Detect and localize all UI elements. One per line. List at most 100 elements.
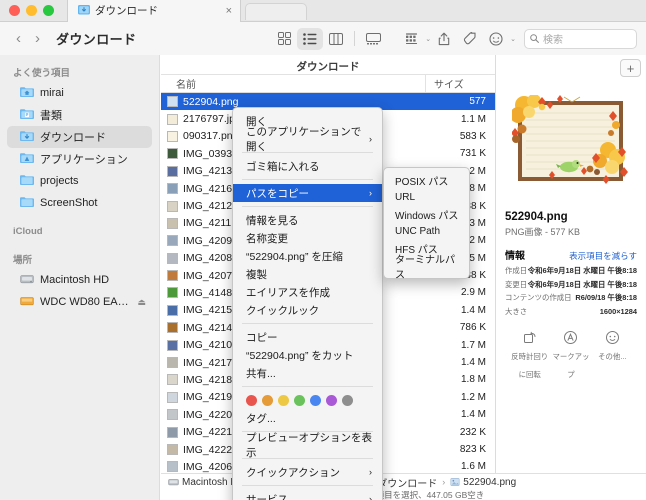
sidebar-section-icloud: iCloud <box>0 220 159 240</box>
more-action[interactable]: その他... <box>592 329 633 382</box>
markup-action[interactable]: マークアップ <box>550 329 591 382</box>
sidebar-item-macintosh-hd[interactable]: Macintosh HD <box>7 269 152 291</box>
tag-color-dot[interactable] <box>342 395 353 406</box>
view-list-button[interactable] <box>297 27 324 50</box>
file-thumbnail-icon <box>167 200 178 212</box>
tag-color-dot[interactable] <box>262 395 273 406</box>
sidebar-item-mirai[interactable]: mirai <box>7 82 152 104</box>
sidebar-item-label: Macintosh HD <box>40 274 110 286</box>
finder-window: ダウンロード × ‹ › ダウンロード ⌄ ⌄ 検索 よく使う項目 mirai … <box>0 0 646 500</box>
new-tab-placeholder[interactable] <box>245 3 307 20</box>
submenu-item[interactable]: ターミナルパス <box>384 255 469 281</box>
group-by-button[interactable] <box>398 28 424 50</box>
file-thumbnail-icon <box>167 391 178 403</box>
sidebar-item-documents[interactable]: 書類 <box>7 104 152 126</box>
toolbar-right-group: ⌄ ⌄ 検索 <box>271 27 646 50</box>
menu-item[interactable]: ゴミ箱に入れる <box>233 157 382 175</box>
file-thumbnail-icon <box>167 130 178 142</box>
zoom-window-button[interactable] <box>43 5 54 16</box>
rotate-ccw-icon <box>509 329 550 346</box>
menu-item[interactable]: 共有... <box>233 364 382 382</box>
tab-close-icon[interactable]: × <box>226 5 232 17</box>
sidebar-item-downloads[interactable]: ダウンロード <box>7 126 152 148</box>
menu-item[interactable]: “522904.png” を圧縮 <box>233 247 382 265</box>
column-header-name[interactable]: 名前 <box>161 76 425 91</box>
menu-item[interactable]: エイリアスを作成 <box>233 283 382 301</box>
share-button[interactable] <box>431 28 457 50</box>
folder-downloads-icon <box>20 130 34 145</box>
tag-color-dot[interactable] <box>278 395 289 406</box>
column-header-size[interactable]: サイズ <box>425 75 495 92</box>
menu-item[interactable]: パスをコピー › <box>233 184 382 202</box>
file-size: 1.7 M <box>460 339 486 351</box>
breadcrumb-segment[interactable]: 522904.png <box>450 477 516 488</box>
info-row: コンテンツの作成日 R6/09/18 午後8:18 <box>505 293 637 303</box>
submenu-item[interactable]: POSIX パス <box>384 172 469 189</box>
menu-item[interactable]: プレビューオプションを表示 <box>233 432 382 459</box>
info-row: 作成日 令和6年9月18日 水曜日 午後8:18 <box>505 266 637 276</box>
submenu-item[interactable]: URL <box>384 189 469 206</box>
sidebar-item-external-drive[interactable]: WDC WD80 EAZZ-00… ⏏ <box>7 291 152 313</box>
menu-item[interactable]: コピー <box>233 328 382 346</box>
external-drive-icon <box>20 295 34 310</box>
tag-color-dot[interactable] <box>294 395 305 406</box>
submenu-item[interactable]: UNC Path <box>384 223 469 240</box>
info-value: 1600×1284 <box>599 306 637 316</box>
menu-item[interactable]: 情報を見る <box>233 211 382 229</box>
menu-item[interactable]: タグ... <box>233 409 382 427</box>
file-thumbnail-icon <box>167 235 178 247</box>
forward-button[interactable]: › <box>35 31 40 46</box>
sidebar-header-favorites: よく使う項目 <box>13 68 71 79</box>
show-less-link[interactable]: 表示項目を減らす <box>569 250 637 262</box>
menu-item[interactable]: クイックルック <box>233 301 382 319</box>
chevron-right-icon: › <box>369 188 372 198</box>
view-gallery-button[interactable] <box>360 28 386 50</box>
view-icon-button[interactable] <box>271 28 297 50</box>
submenu-item-label: ターミナルパス <box>395 254 455 281</box>
submenu-item-label: UNC Path <box>395 226 441 237</box>
tag-button[interactable] <box>457 28 483 50</box>
chevron-down-icon-2[interactable]: ⌄ <box>510 35 516 43</box>
menu-item-label: このアプリケーションで開く <box>246 126 362 153</box>
search-input[interactable]: 検索 <box>524 28 637 49</box>
back-button[interactable]: ‹ <box>16 31 21 46</box>
view-column-button[interactable] <box>323 28 349 50</box>
tag-color-row <box>233 391 382 409</box>
breadcrumb-separator: › <box>442 477 446 487</box>
tag-color-dot[interactable] <box>310 395 321 406</box>
close-window-button[interactable] <box>9 5 20 16</box>
preview-actions: 反時計回り に回転 マークアップ その他... <box>505 329 637 382</box>
menu-separator <box>242 386 373 387</box>
tag-color-dot[interactable] <box>246 395 257 406</box>
file-size: 731 K <box>459 148 486 160</box>
window-controls <box>0 5 54 16</box>
info-section-header: 情報 表示項目を減らす <box>505 247 637 262</box>
folder-icon <box>20 196 34 211</box>
folder-documents-icon <box>20 108 34 123</box>
tab-downloads[interactable]: ダウンロード × <box>67 0 241 22</box>
menu-item[interactable]: 名称変更 <box>233 229 382 247</box>
menu-separator <box>242 485 373 486</box>
rotate-ccw-action[interactable]: 反時計回り に回転 <box>509 329 550 382</box>
file-size: 583 K <box>459 130 486 142</box>
preview-pane: + 522904.png PNG画像 - 577 KB 情報 表示項目を減らす … <box>495 55 646 473</box>
tag-color-dot[interactable] <box>326 395 337 406</box>
sidebar: よく使う項目 mirai 書類 ダウンロード アプリケーション projects <box>0 55 160 500</box>
file-size: 232 K <box>459 426 486 438</box>
add-button[interactable]: + <box>620 59 641 77</box>
menu-item[interactable]: クイックアクション › <box>233 463 382 481</box>
sidebar-item-projects[interactable]: projects <box>7 170 152 192</box>
file-size: 1.1 M <box>460 113 486 125</box>
info-row: 大きさ 1600×1284 <box>505 307 637 317</box>
more-actions-button[interactable] <box>483 28 509 50</box>
menu-item[interactable]: サービス › <box>233 490 382 500</box>
menu-item[interactable]: このアプリケーションで開く › <box>233 126 382 153</box>
menu-item[interactable]: “522904.png” をカット <box>233 346 382 364</box>
minimize-window-button[interactable] <box>26 5 37 16</box>
submenu-item[interactable]: Windows パス <box>384 206 469 223</box>
sidebar-item-applications[interactable]: アプリケーション <box>7 148 152 170</box>
menu-item[interactable]: 複製 <box>233 265 382 283</box>
eject-icon[interactable]: ⏏ <box>137 297 152 308</box>
more-label: その他... <box>598 351 627 361</box>
sidebar-item-screenshot[interactable]: ScreenShot <box>7 192 152 214</box>
